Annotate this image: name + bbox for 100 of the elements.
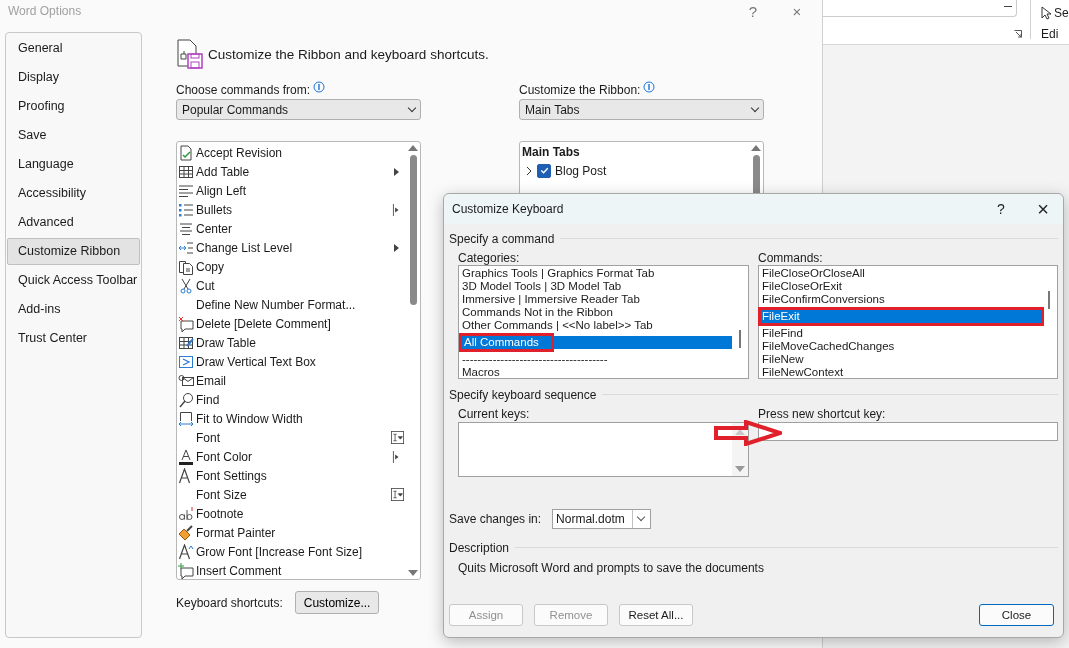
sidebar-item[interactable]: Display [7,64,140,91]
customize-button[interactable]: Customize... [294,591,380,614]
bullets-icon [178,201,194,218]
command-item[interactable]: Format Painter [196,525,276,540]
ribbon-save-icon [176,39,206,69]
font-color-icon [178,448,194,465]
command-item[interactable]: Align Left [196,183,247,198]
command-item[interactable]: FileCloseOrExit [761,280,1041,293]
align-center-icon [178,220,194,237]
current-keys-list[interactable] [458,422,749,477]
select-button[interactable]: Se [1054,6,1069,20]
command-item[interactable]: FileCloseOrCloseAll [761,267,1041,280]
checkmark-icon [538,165,550,176]
command-item[interactable]: Define New Number Format... [196,297,356,312]
ribbon-dropdown[interactable]: Main Tabs [519,99,764,120]
customize-ribbon-label: Customize the Ribbon: [519,82,641,97]
template-dropdown[interactable]: Normal.dotm [552,509,652,529]
command-item[interactable]: Change List Level [196,240,293,255]
command-item[interactable]: Copy [196,259,224,274]
dialog-launcher-icon[interactable] [1014,30,1022,38]
scrollbar-thumb[interactable] [1048,291,1050,309]
command-item[interactable]: Accept Revision [196,145,283,160]
scroll-up-icon[interactable] [735,429,745,435]
new-shortcut-label: Press new shortcut key: [758,407,887,422]
command-item[interactable]: Add Table [196,164,250,179]
scrollbar-thumb[interactable] [739,330,741,348]
category-item[interactable]: All Commands [461,336,732,349]
command-item[interactable]: Delete [Delete Comment] [196,316,331,331]
command-item[interactable]: Draw Vertical Text Box [196,354,316,369]
sidebar-item[interactable]: General [7,35,140,62]
commands-from-label: Choose commands from: [176,82,311,97]
grow-font-icon [178,543,194,560]
sidebar-item[interactable]: Language [7,151,140,178]
command-item[interactable]: Font Size [196,487,247,502]
category-item[interactable]: Graphics Tools | Graphics Format Tab [461,267,732,280]
command-item[interactable]: Cut [196,278,215,293]
window-title: Word Options [8,4,82,18]
dialog-button[interactable]: Reset All... [619,604,693,626]
checkbox[interactable] [537,163,551,178]
page-heading: Customize the Ribbon and keyboard shortcuts. [208,46,489,62]
commands-dropdown[interactable]: Popular Commands [176,99,421,120]
sidebar-item[interactable]: Accessibility [7,180,140,207]
paintbrush-icon [178,524,194,541]
tab-item[interactable]: Blog Post [555,163,607,178]
command-item[interactable]: Bullets [196,202,233,217]
dialog-button[interactable]: Close [979,604,1054,626]
command-item[interactable]: FileNew [761,353,1041,366]
close-button[interactable]: × [782,2,812,20]
command-item[interactable]: Font [196,430,220,445]
command-item[interactable]: FileExit [761,310,1041,323]
command-item[interactable]: Grow Font [Increase Font Size] [196,544,363,559]
command-item[interactable]: Insert Comment [196,563,282,578]
commands-label: Commands: [758,251,824,266]
sidebar-item[interactable]: Trust Center [7,325,140,352]
scroll-down-icon[interactable] [735,466,745,472]
fit-width-icon [178,410,194,427]
sidebar-item[interactable]: Customize Ribbon [7,238,140,265]
section-heading: Description [449,540,510,555]
command-item[interactable]: Center [196,221,233,236]
command-item[interactable]: FileFind [761,327,1041,340]
description-text: Quits Microsoft Word and prompts to save the documents [457,561,765,575]
command-item[interactable]: FileNewContext [761,366,1041,379]
sidebar-item[interactable]: Proofing [7,93,140,120]
indent-arrows-icon [178,239,194,256]
category-item[interactable]: Immersive | Immersive Reader Tab [461,293,732,306]
help-button[interactable]: ? [989,201,1013,217]
command-item[interactable]: Email [196,373,226,388]
command-item[interactable]: Font Settings [196,468,267,483]
group-label: Edi [1041,27,1060,41]
sidebar-item[interactable]: Add-ins [7,296,140,323]
category-item[interactable]: Macros [461,366,732,379]
scroll-down-icon[interactable] [408,570,418,576]
command-item[interactable]: Font Color [196,449,253,464]
info-icon [313,81,326,93]
command-item[interactable]: Draw Table [196,335,256,350]
sidebar-item[interactable]: Save [7,122,140,149]
section-heading: Specify a command [449,231,555,246]
sidebar-item[interactable]: Quick Access Toolbar [7,267,140,294]
category-item[interactable]: Commands Not in the Ribbon [461,306,732,319]
command-item[interactable]: Fit to Window Width [196,411,303,426]
dialog-title: Customize Keyboard [452,202,564,216]
align-left-icon [178,182,194,199]
command-item[interactable]: Find [196,392,220,407]
scrollbar-thumb[interactable] [409,155,417,305]
sidebar-item[interactable]: Advanced [7,209,140,236]
category-item[interactable]: 3D Model Tools | 3D Model Tab [461,280,732,293]
close-button[interactable]: × [1031,197,1055,221]
category-item[interactable]: Other Commands | <<No label>> Tab [461,319,732,332]
category-item[interactable]: -------------------------------------- [461,353,732,366]
command-item[interactable]: FileMoveCachedChanges [761,340,1041,353]
search-icon [178,391,194,408]
chevron-right-icon[interactable] [524,165,534,176]
section-heading: Specify keyboard sequence [449,387,597,402]
footnote-icon [178,505,194,522]
command-item[interactable]: Footnote [196,506,244,521]
command-item[interactable]: FileConfirmConversions [761,293,1041,306]
list-header: Main Tabs [521,144,581,161]
shortcut-input-field[interactable] [758,422,1058,441]
save-changes-label: Save changes in: [449,512,542,526]
help-button[interactable]: ? [738,2,768,20]
